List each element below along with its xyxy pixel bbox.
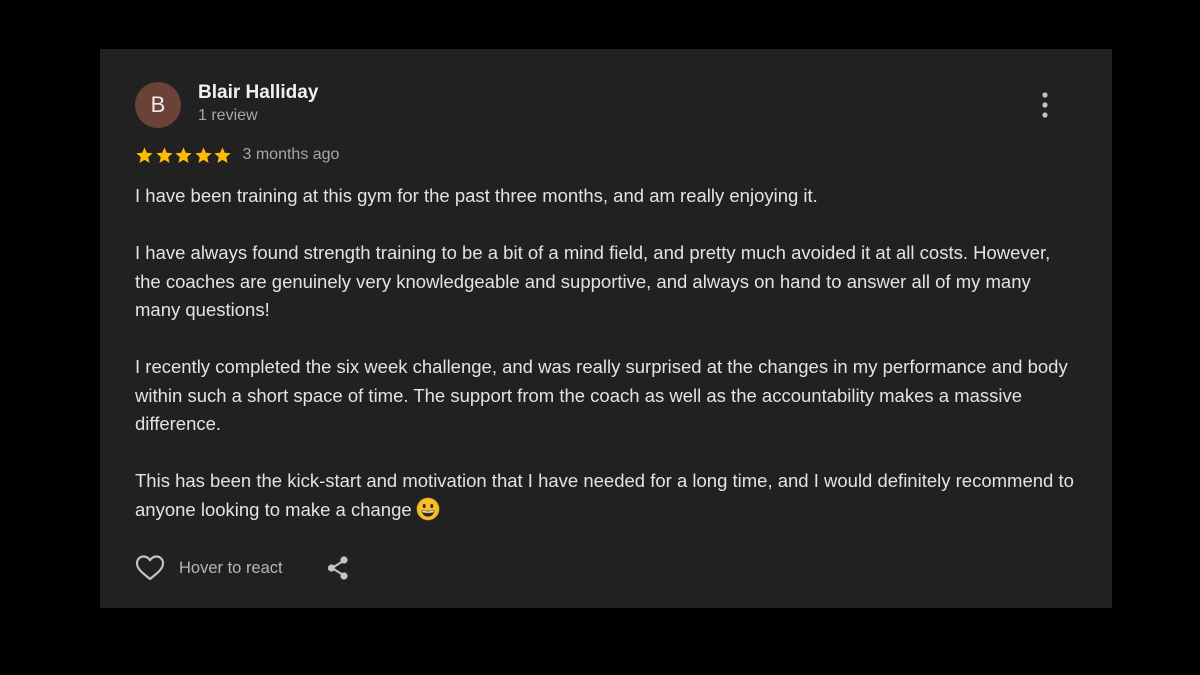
react-label: Hover to react <box>179 558 283 577</box>
review-paragraph: This has been the kick-start and motivat… <box>135 467 1075 524</box>
smiling-face-emoji <box>416 497 440 520</box>
share-icon <box>327 556 348 580</box>
review-actions: Hover to react <box>135 554 351 582</box>
star-icon <box>194 146 212 163</box>
react-button[interactable]: Hover to react <box>135 554 283 582</box>
star-icon <box>136 146 153 163</box>
review-paragraph: I have been training at this gym for the… <box>135 185 818 206</box>
review-text: I have been training at this gym for the… <box>135 182 1075 524</box>
review-count: 1 review <box>198 107 258 124</box>
review-paragraph: I have always found strength training to… <box>135 242 1051 320</box>
share-button[interactable] <box>325 554 351 582</box>
star-icon <box>214 146 231 163</box>
star-icon <box>175 146 192 163</box>
more-options-button[interactable] <box>1030 87 1060 123</box>
more-vertical-icon <box>1042 92 1048 118</box>
review-date: 3 months ago <box>242 146 340 163</box>
review-paragraph: I recently completed the six week challe… <box>135 356 1068 434</box>
review-card: B Blair Halliday 1 review 3 months ago I… <box>100 49 1112 608</box>
avatar[interactable]: B <box>135 82 181 128</box>
heart-outline-icon <box>135 555 165 581</box>
review-paragraph-text: This has been the kick-start and motivat… <box>135 470 1074 520</box>
rating-row: 3 months ago <box>135 143 339 167</box>
reviewer-name[interactable]: Blair Halliday <box>198 82 318 104</box>
star-icon <box>155 146 173 163</box>
star-rating <box>135 146 233 165</box>
